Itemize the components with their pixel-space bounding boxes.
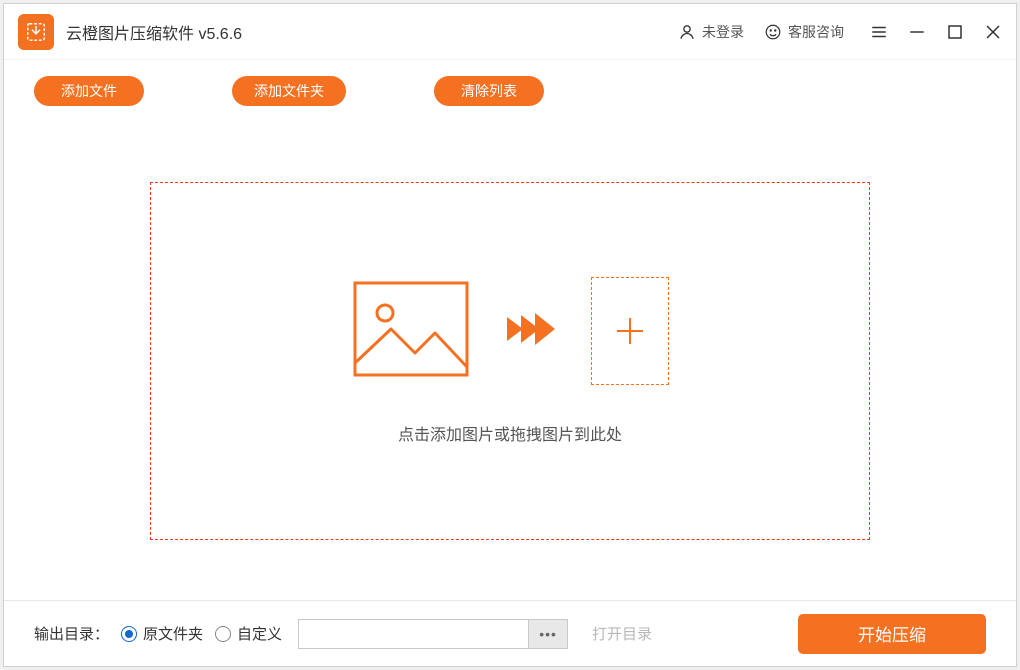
- dropzone-hint: 点击添加图片或拖拽图片到此处: [398, 421, 622, 445]
- radio-original-folder[interactable]: 原文件夹: [121, 623, 203, 644]
- clear-list-button[interactable]: 清除列表: [434, 76, 544, 106]
- login-label: 未登录: [702, 22, 744, 42]
- dropzone-graphic: [351, 277, 669, 385]
- close-button[interactable]: [984, 23, 1002, 41]
- output-path-input[interactable]: [298, 619, 528, 649]
- minimize-button[interactable]: [908, 23, 926, 41]
- smile-icon: [764, 23, 782, 41]
- main-area: 点击添加图片或拖拽图片到此处: [4, 112, 1016, 600]
- output-dir-label: 输出目录：: [34, 623, 109, 644]
- titlebar: 云橙图片压缩软件 v5.6.6 未登录 客服咨询: [4, 4, 1016, 60]
- app-title: 云橙图片压缩软件 v5.6.6: [66, 20, 678, 44]
- radio-icon: [215, 626, 231, 642]
- radio-icon: [121, 626, 137, 642]
- open-dir-link[interactable]: 打开目录: [592, 623, 652, 644]
- app-logo-icon: [18, 14, 54, 50]
- output-path-field: •••: [298, 619, 568, 649]
- support-label: 客服咨询: [788, 22, 844, 42]
- start-compress-button[interactable]: 开始压缩: [798, 614, 986, 654]
- titlebar-right: 未登录 客服咨询: [678, 22, 1002, 42]
- add-target-box: [591, 277, 669, 385]
- add-file-button[interactable]: 添加文件: [34, 76, 144, 106]
- arrow-right-icon: [507, 309, 555, 354]
- footer: 输出目录： 原文件夹 自定义 ••• 打开目录 开始压缩: [4, 600, 1016, 666]
- dropzone[interactable]: 点击添加图片或拖拽图片到此处: [150, 182, 870, 540]
- add-folder-button[interactable]: 添加文件夹: [232, 76, 346, 106]
- window-controls: [870, 23, 1002, 41]
- app-window: 云橙图片压缩软件 v5.6.6 未登录 客服咨询: [3, 3, 1017, 667]
- hamburger-icon[interactable]: [870, 23, 888, 41]
- user-icon: [678, 23, 696, 41]
- browse-button[interactable]: •••: [528, 619, 568, 649]
- toolbar: 添加文件 添加文件夹 清除列表: [4, 60, 1016, 112]
- image-icon: [351, 279, 471, 384]
- radio-original-label: 原文件夹: [143, 623, 203, 644]
- login-link[interactable]: 未登录: [678, 22, 744, 42]
- plus-icon: [615, 316, 645, 346]
- radio-custom-folder[interactable]: 自定义: [215, 623, 282, 644]
- radio-custom-label: 自定义: [237, 623, 282, 644]
- support-link[interactable]: 客服咨询: [764, 22, 844, 42]
- maximize-button[interactable]: [946, 23, 964, 41]
